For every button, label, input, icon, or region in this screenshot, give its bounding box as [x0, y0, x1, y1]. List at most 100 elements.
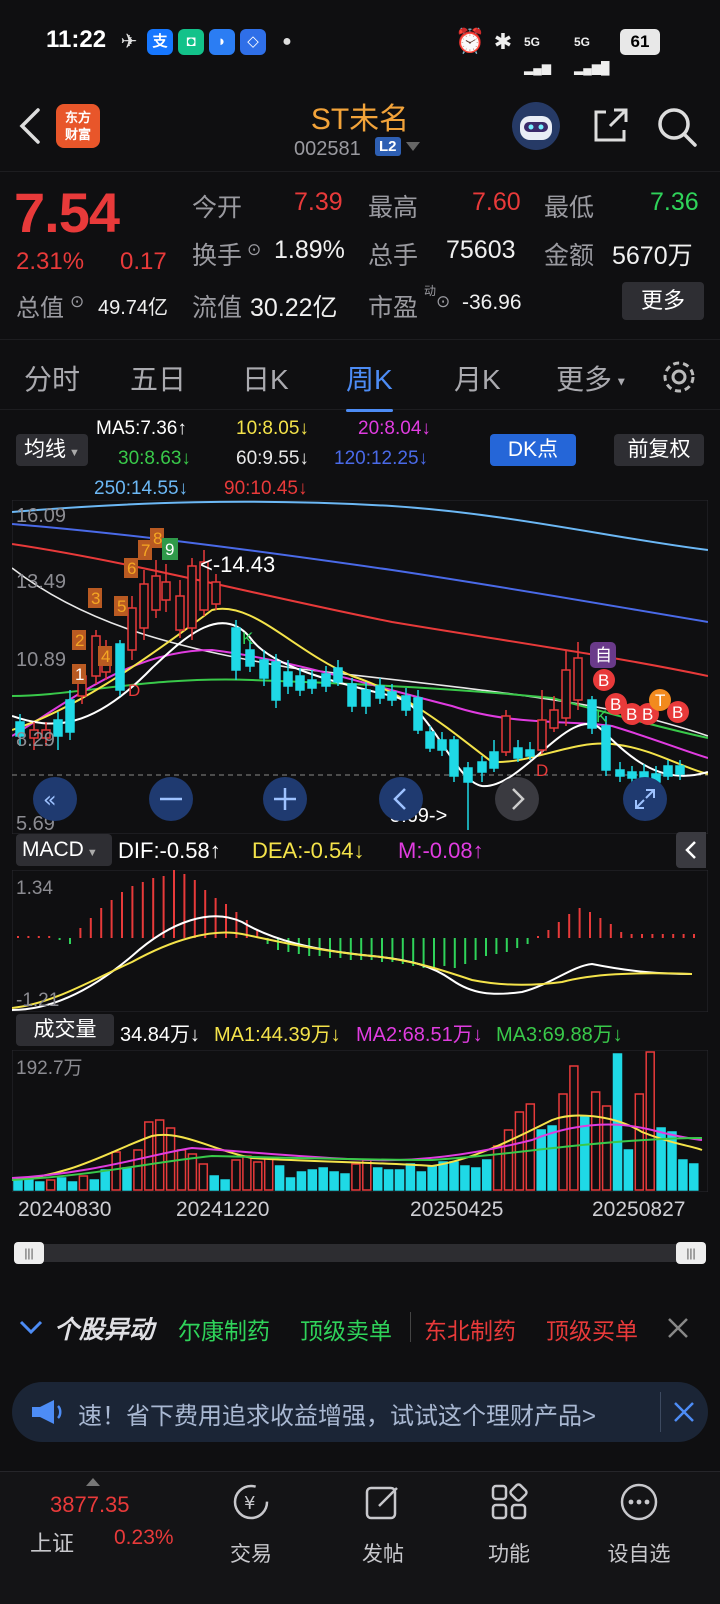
volume-bar	[253, 1161, 263, 1191]
volume-bar	[362, 1159, 372, 1191]
tag-t: T	[655, 691, 665, 710]
candle-body	[561, 669, 571, 719]
scroll-left-fast-button[interactable]: «	[32, 776, 78, 822]
trade-icon: ¥	[233, 1484, 269, 1520]
volume-chart[interactable]: 192.7万	[12, 1050, 708, 1192]
more-button[interactable]: 更多	[622, 282, 704, 320]
nav-trade[interactable]: ¥ 交易	[196, 1482, 306, 1568]
tag-d: D	[128, 681, 140, 700]
stock-header: 东方 财富 ST未名 002581 L2	[0, 82, 720, 172]
chevron-up-icon[interactable]	[86, 1478, 100, 1486]
volume-bar	[133, 1149, 143, 1191]
mover-tag[interactable]: 顶级卖单	[300, 1312, 392, 1346]
movers-title: 个股异动	[54, 1316, 155, 1344]
candle-body	[425, 731, 435, 749]
index-name[interactable]: 上证	[30, 1526, 74, 1558]
candle-body	[245, 649, 255, 667]
macd-chart[interactable]: 1.34 -1.21	[12, 870, 708, 1012]
nav-post[interactable]: 发帖	[328, 1482, 438, 1568]
volume-bar	[209, 1175, 219, 1191]
nav-label: 设自选	[607, 1543, 671, 1566]
price-chart[interactable]: 1 2 3 4 5 6 7 8 9 D K D K 自 B B B B T B …	[12, 500, 708, 834]
range-scrollbar[interactable]: ||| |||	[14, 1242, 706, 1264]
last-price: 7.54	[14, 181, 120, 244]
share-icon[interactable]	[590, 106, 630, 146]
ma-select[interactable]: 均线 ▼	[16, 434, 88, 466]
float-value: 30.22亿	[250, 294, 338, 322]
collapse-panel-button[interactable]	[676, 832, 706, 868]
adjust-button[interactable]: 前复权	[614, 434, 704, 466]
info-icon[interactable]: ⊙	[70, 292, 84, 312]
volume-bar	[372, 1167, 383, 1191]
candle-body	[387, 691, 397, 701]
candle-body	[437, 739, 447, 751]
tab-intraday[interactable]: 分时	[24, 358, 80, 398]
candle-body	[161, 581, 171, 601]
ad-banner[interactable]: 速！省下费用追求收益增强，试试这个理财产品>	[12, 1382, 708, 1442]
robot-assistant-icon[interactable]	[510, 100, 562, 152]
volume-ma3: MA3:69.88万↓	[496, 1024, 623, 1046]
td-count-6: 6	[127, 559, 136, 578]
alipay-icon: 支	[147, 29, 173, 55]
volume-bar	[383, 1169, 394, 1191]
tab-five-day[interactable]: 五日	[130, 358, 186, 398]
candle-body	[401, 695, 411, 711]
candle-body	[601, 725, 611, 771]
volume-select[interactable]: 成交量	[16, 1014, 114, 1046]
scroll-left-button[interactable]	[378, 776, 424, 822]
volume-bar	[176, 1149, 187, 1191]
macd-dif: DIF:-0.58↑	[118, 838, 221, 863]
info-icon[interactable]: ⊙	[436, 292, 450, 312]
mover-tag[interactable]: 顶级买单	[546, 1312, 638, 1346]
nav-functions[interactable]: 功能	[454, 1482, 564, 1568]
close-icon[interactable]	[672, 1400, 696, 1424]
volume-bar	[274, 1165, 285, 1191]
candle-body	[187, 565, 197, 629]
tab-monthly-k[interactable]: 月K	[454, 358, 501, 398]
zoom-in-button[interactable]	[262, 776, 308, 822]
volume-bar	[645, 1051, 655, 1191]
scroll-right-button[interactable]	[494, 776, 540, 822]
candle-body	[347, 683, 357, 707]
candle-body	[489, 751, 499, 769]
volume-ma1: MA1:44.39万↓	[214, 1024, 341, 1046]
tab-more[interactable]: 更多 ▼	[556, 358, 627, 398]
volume-bar	[296, 1171, 307, 1191]
close-icon[interactable]	[666, 1316, 690, 1340]
info-icon[interactable]: ⊙	[247, 240, 261, 260]
fullscreen-icon[interactable]	[622, 776, 668, 822]
candle-body	[211, 581, 221, 605]
candle-body	[283, 671, 293, 687]
chevron-down-icon[interactable]	[18, 1318, 44, 1338]
mover-stock-name[interactable]: 东北制药	[424, 1312, 516, 1346]
macd-select[interactable]: MACD ▼	[16, 834, 112, 866]
index-change[interactable]: 0.23%	[114, 1526, 174, 1550]
tab-daily-k[interactable]: 日K	[242, 358, 289, 398]
mover-stock-name[interactable]: 尔康制药	[178, 1312, 270, 1346]
tab-weekly-k[interactable]: 周K	[346, 358, 393, 412]
td-count-5: 5	[117, 597, 126, 616]
price-axis-label: 10.89	[16, 649, 66, 671]
date-label: 20241220	[176, 1198, 270, 1221]
macd-m: M:-0.08↑	[398, 838, 484, 863]
amount-value: 5670万	[612, 242, 693, 270]
app-icon: ◘	[178, 29, 204, 55]
zoom-out-button[interactable]	[148, 776, 194, 822]
chevron-down-icon[interactable]	[406, 142, 420, 152]
ma30-legend: 30:8.63↓	[118, 448, 191, 469]
range-handle-right[interactable]: |||	[676, 1242, 706, 1264]
range-handle-left[interactable]: |||	[14, 1242, 44, 1264]
index-value[interactable]: 3877.35	[50, 1492, 130, 1518]
settings-icon[interactable]	[660, 358, 698, 396]
volume-bar	[536, 1129, 546, 1191]
shield-icon: ◇	[240, 29, 266, 55]
kline-chart-area[interactable]: MA5:7.36↑ 10:8.05↓ 20:8.04↓ 30:8.63↓ 60:…	[0, 410, 720, 1290]
search-icon[interactable]	[656, 106, 698, 148]
volume-bar	[525, 1103, 536, 1191]
nav-watchlist[interactable]: 设自选	[584, 1482, 694, 1568]
level-badge[interactable]: L2	[375, 137, 401, 156]
candle-body	[537, 719, 547, 751]
tag-b-3: B	[626, 705, 637, 724]
td-count-1: 1	[75, 665, 84, 684]
dk-point-button[interactable]: DK点	[490, 434, 576, 466]
